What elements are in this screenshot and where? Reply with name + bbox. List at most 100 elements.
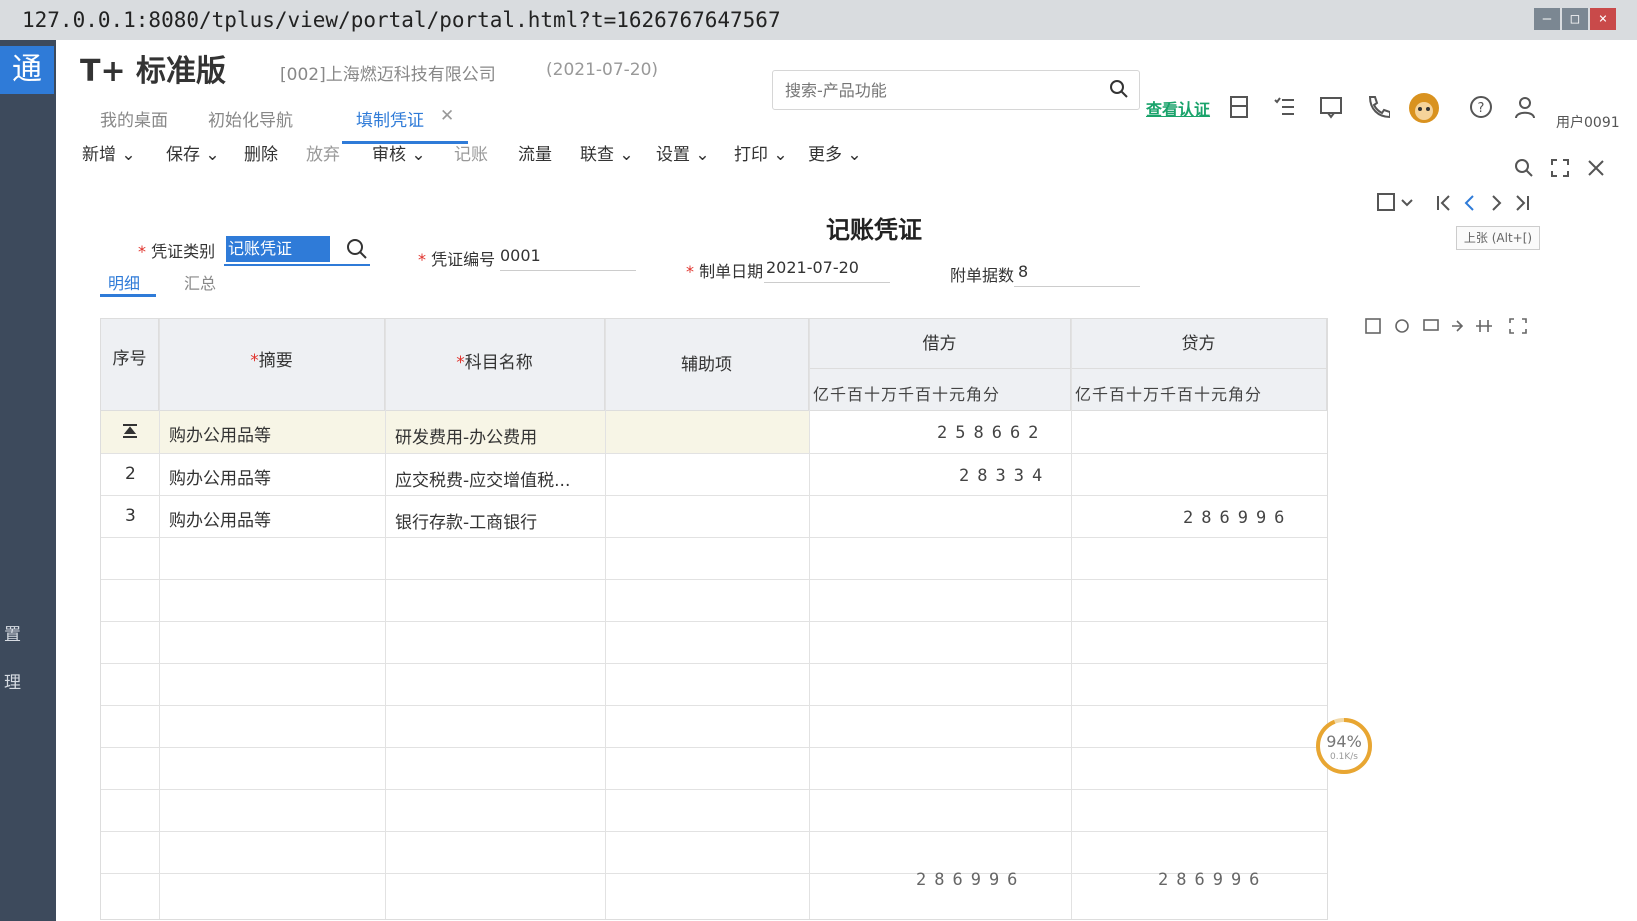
- voucher-type-label: * 凭证类别: [138, 242, 216, 261]
- expand-icon: [1509, 318, 1527, 334]
- monkey-avatar-icon[interactable]: [1406, 90, 1442, 126]
- checklist-icon[interactable]: [1272, 94, 1298, 120]
- new-button[interactable]: 新增 ⌄: [82, 140, 136, 165]
- left-rail-item[interactable]: 置: [4, 620, 21, 645]
- row-summary[interactable]: 购办公用品等: [169, 464, 271, 489]
- print-button[interactable]: 打印 ⌄: [734, 140, 788, 165]
- search-box[interactable]: [772, 70, 1140, 110]
- brand-title: T+ 标准版: [80, 54, 227, 89]
- header-account: *科目名称: [385, 319, 605, 411]
- cashflow-button[interactable]: 流量: [518, 140, 552, 165]
- row-menu-icon[interactable]: [120, 421, 140, 441]
- col-divider: [159, 319, 160, 919]
- row-debit[interactable]: 258662: [937, 423, 1046, 443]
- help-icon[interactable]: ?: [1468, 94, 1494, 120]
- voucher-date-input[interactable]: 2021-07-20: [766, 258, 859, 277]
- col-divider: [605, 319, 606, 919]
- last-voucher-icon[interactable]: [1512, 192, 1532, 214]
- attachments-input[interactable]: 8: [1018, 262, 1028, 281]
- view-voucher-icon[interactable]: [1376, 192, 1416, 214]
- svg-text:?: ?: [1478, 101, 1485, 116]
- left-rail: 通 置 理: [0, 40, 56, 921]
- first-voucher-icon[interactable]: [1434, 192, 1454, 214]
- credit-unit-scale: 亿千百十万千百十元角分: [1075, 385, 1263, 404]
- address-url[interactable]: 127.0.0.1:8080/tplus/view/portal/portal.…: [22, 0, 781, 40]
- row-summary[interactable]: 购办公用品等: [169, 506, 271, 531]
- row-credit[interactable]: 286996: [1183, 508, 1292, 528]
- review-button[interactable]: 审核 ⌄: [372, 140, 426, 165]
- tab-desktop[interactable]: 我的桌面: [100, 106, 168, 131]
- split-icon: [1423, 319, 1439, 331]
- network-speed-gauge[interactable]: 94% 0.1K/s: [1314, 716, 1374, 776]
- row-divider: [101, 747, 1327, 748]
- total-debit: 286996: [916, 870, 1026, 890]
- attachments-label: 附单据数: [950, 266, 1015, 285]
- app-logo[interactable]: 通: [0, 46, 54, 94]
- next-voucher-icon[interactable]: [1486, 192, 1506, 214]
- discard-button[interactable]: 放弃: [306, 140, 340, 165]
- header-summary: *摘要: [159, 319, 385, 411]
- prev-voucher-icon[interactable]: [1460, 192, 1480, 214]
- voucher-type-input[interactable]: 记账凭证: [226, 236, 330, 262]
- row-divider: [101, 621, 1327, 622]
- header-seq: 序号: [101, 319, 159, 411]
- left-rail-item[interactable]: 理: [4, 668, 21, 693]
- voucher-number-underline: [500, 270, 636, 271]
- user-icon[interactable]: [1512, 94, 1538, 120]
- voucher-title: 记账凭证: [826, 216, 922, 244]
- row-divider: [101, 453, 1327, 454]
- attachments-underline: [1014, 286, 1140, 287]
- row-divider: [101, 831, 1327, 832]
- browser-address-bar[interactable]: 127.0.0.1:8080/tplus/view/portal/portal.…: [0, 0, 1637, 40]
- copy-row-icon: [1395, 319, 1409, 333]
- tab-init-nav[interactable]: 初始化导航: [208, 106, 293, 131]
- gauge-speed: 0.1K/s: [1330, 752, 1358, 762]
- tab-fill-voucher[interactable]: 填制凭证: [356, 106, 424, 131]
- detail-tab-indicator: [100, 294, 156, 297]
- login-date: (2021-07-20): [546, 60, 659, 80]
- search-input[interactable]: [773, 71, 1087, 109]
- post-button[interactable]: 记账: [454, 140, 488, 165]
- more-button[interactable]: 更多 ⌄: [808, 140, 862, 165]
- search-icon[interactable]: [1109, 79, 1129, 99]
- header-debit: 借方: [809, 319, 1071, 369]
- row-account[interactable]: 研发费用-办公费用: [395, 423, 537, 448]
- minimize-icon[interactable]: –: [1534, 8, 1560, 30]
- company-name: [002]上海燃迈科技有限公司: [280, 65, 496, 85]
- row-debit[interactable]: 28334: [959, 466, 1050, 486]
- close-window-icon[interactable]: ×: [1590, 8, 1616, 30]
- row-divider: [101, 537, 1327, 538]
- row-account[interactable]: 应交税费-应交增值税...: [395, 466, 570, 491]
- settings-button[interactable]: 设置 ⌄: [656, 140, 710, 165]
- close-icon[interactable]: [1586, 158, 1606, 178]
- delete-button[interactable]: 删除: [244, 140, 278, 165]
- phone-icon[interactable]: [1364, 94, 1390, 120]
- col-divider: [809, 319, 810, 919]
- calculator-icon[interactable]: [1226, 94, 1252, 120]
- verify-link[interactable]: 查看认证: [1146, 96, 1210, 120]
- row-divider: [101, 663, 1327, 664]
- col-divider: [385, 319, 386, 919]
- tab-summary[interactable]: 汇总: [184, 270, 216, 294]
- app-window: T+ 标准版 [002]上海燃迈科技有限公司 (2021-07-20) 查看认证…: [56, 40, 1637, 921]
- grid-tools: [1365, 318, 1527, 334]
- row-account[interactable]: 银行存款-工商银行: [395, 508, 537, 533]
- fullscreen-icon[interactable]: [1550, 158, 1570, 178]
- row-seq: 2: [125, 464, 136, 484]
- user-name[interactable]: 用户0091: [1556, 112, 1620, 132]
- debit-unit-scale: 亿千百十万千百十元角分: [813, 385, 1001, 404]
- row-summary[interactable]: 购办公用品等: [169, 421, 271, 446]
- lookup-button[interactable]: 联查 ⌄: [580, 140, 634, 165]
- search-icon[interactable]: [1514, 158, 1534, 178]
- prev-voucher-tooltip: 上张 (Alt+[): [1456, 226, 1540, 250]
- search-icon[interactable]: [346, 238, 368, 260]
- save-button[interactable]: 保存 ⌄: [166, 140, 220, 165]
- gauge-percent: 94%: [1326, 732, 1362, 751]
- close-tab-icon[interactable]: ✕: [440, 106, 454, 126]
- adjust-icon: [1476, 320, 1492, 332]
- voucher-number-input[interactable]: 0001: [500, 246, 541, 265]
- link-icon: [1452, 320, 1464, 332]
- message-icon[interactable]: [1318, 94, 1344, 120]
- tab-detail[interactable]: 明细: [108, 270, 140, 294]
- maximize-icon[interactable]: □: [1562, 8, 1588, 30]
